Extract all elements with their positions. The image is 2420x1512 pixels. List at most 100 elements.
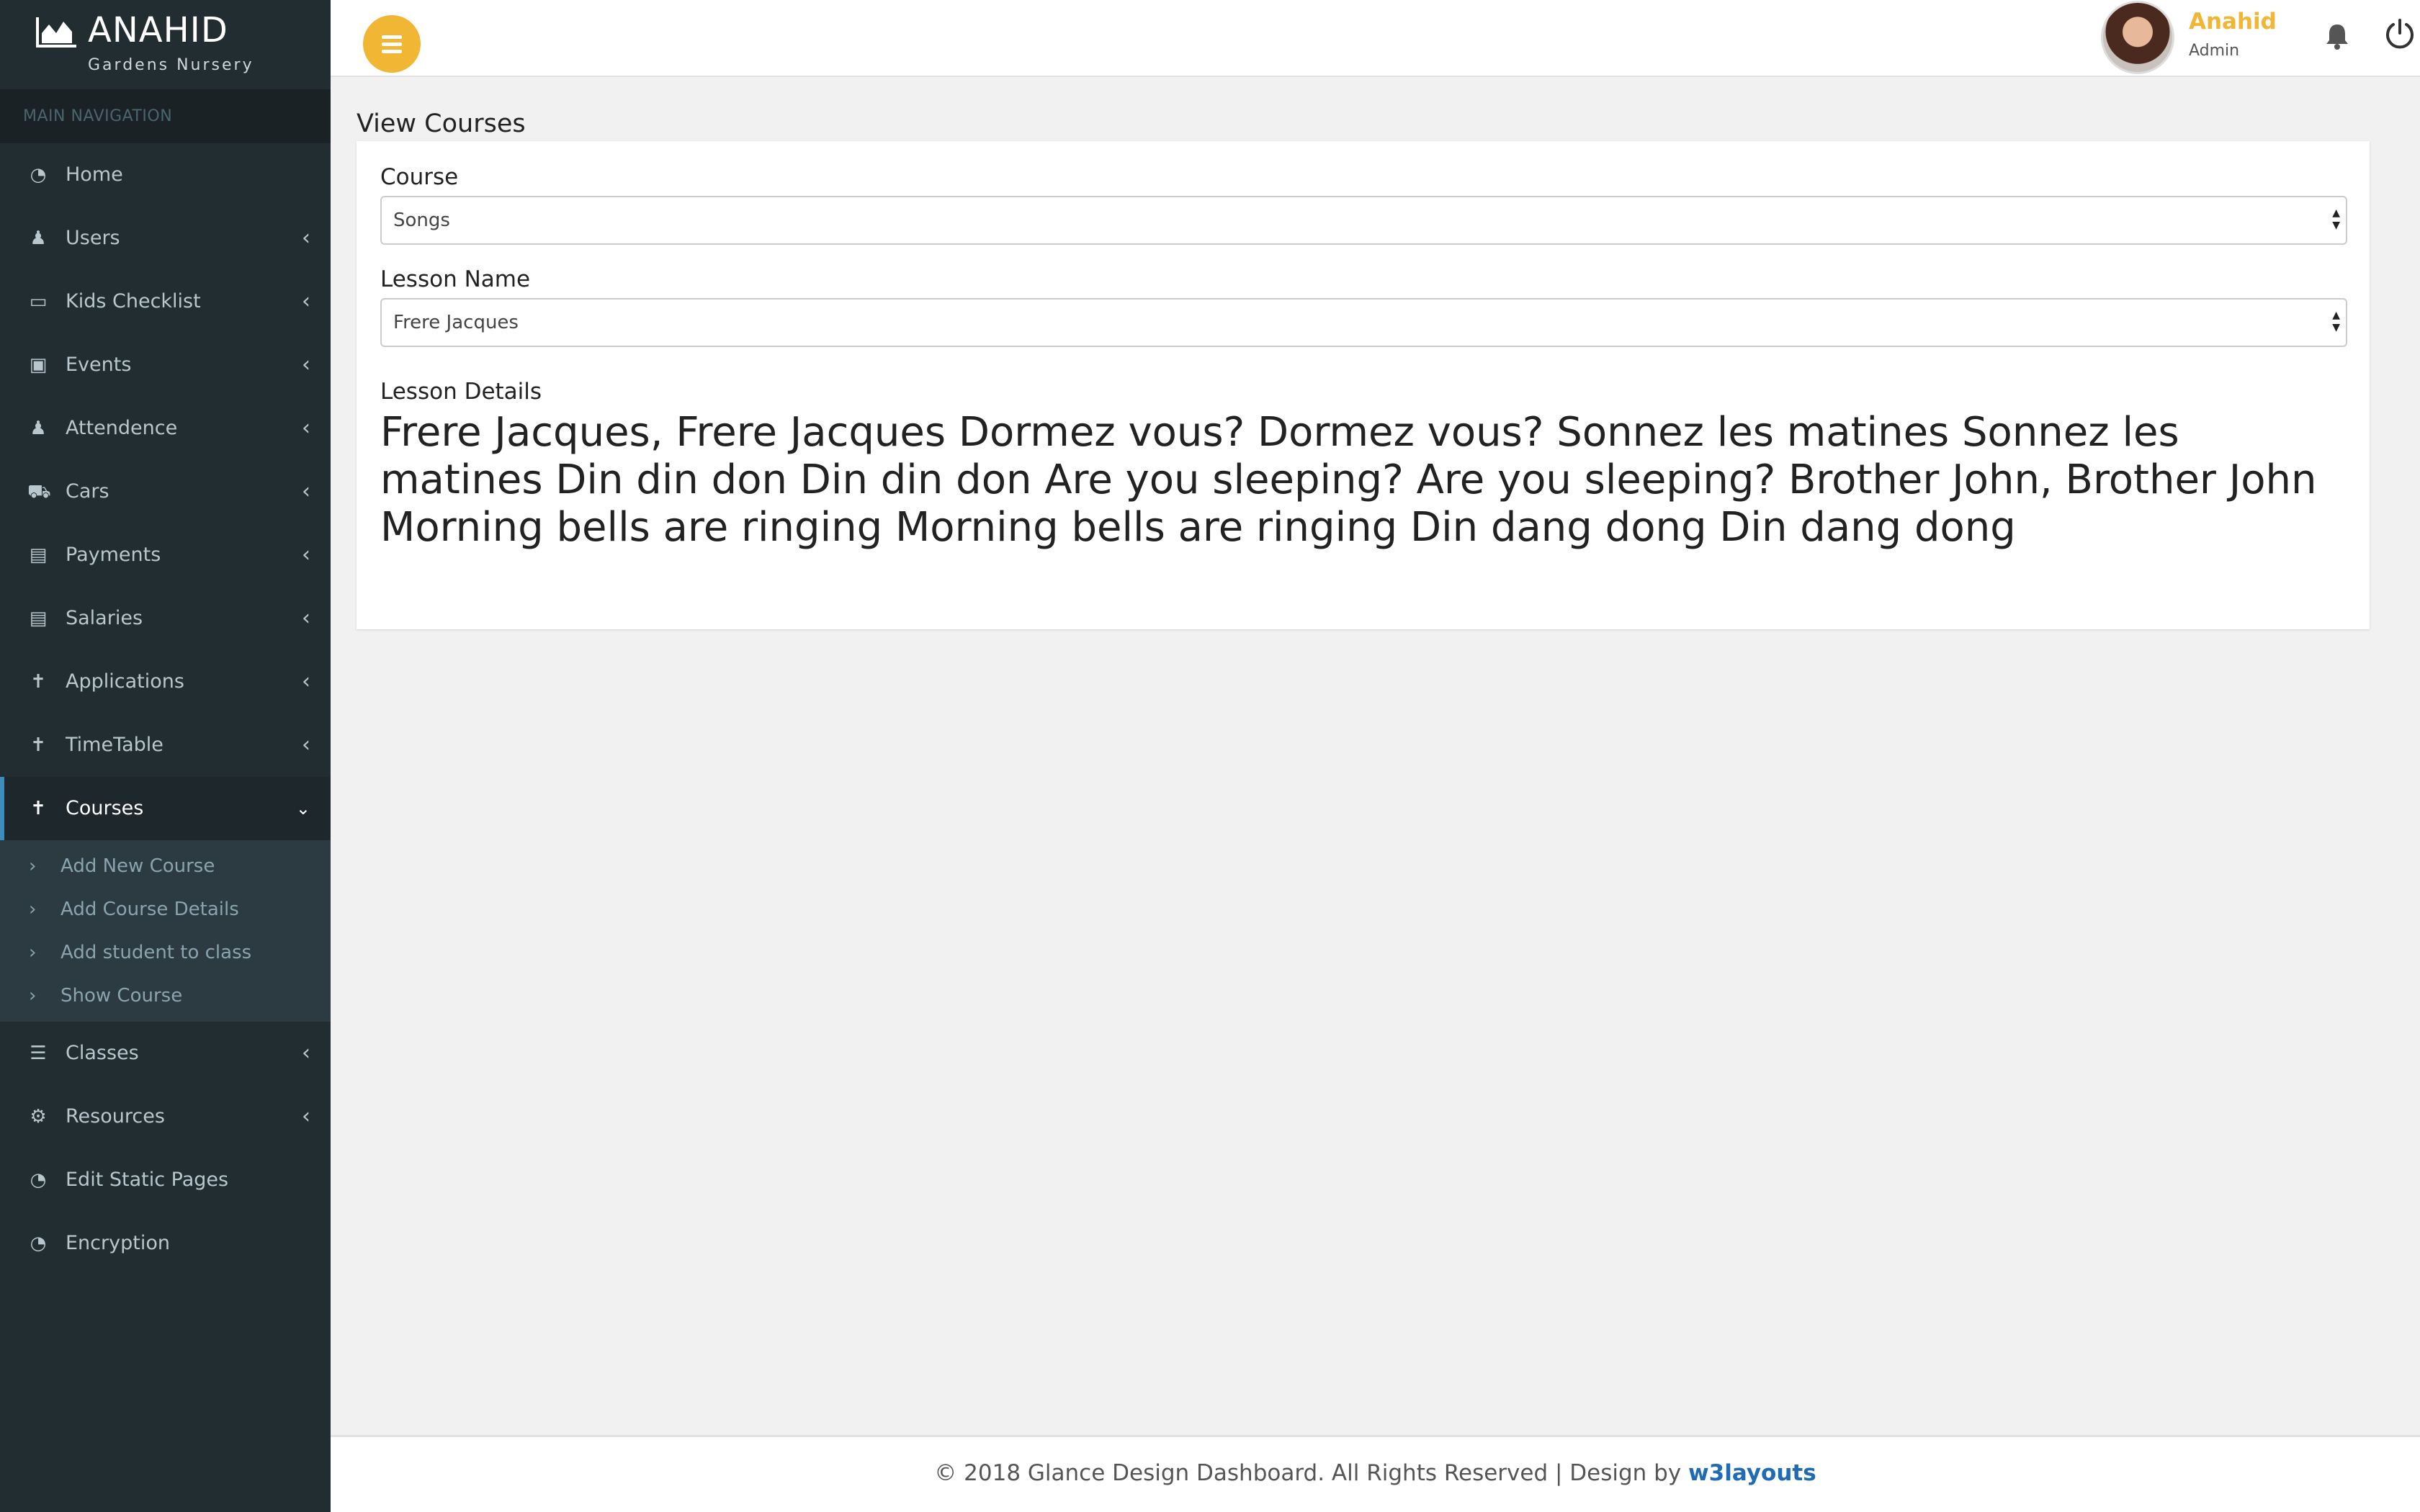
- nav-header: MAIN NAVIGATION: [0, 89, 331, 143]
- sidebar-item-label: Courses: [66, 797, 144, 819]
- sidebar-item-users[interactable]: ♟ Users ‹: [0, 207, 331, 270]
- hamburger-icon: [382, 35, 402, 39]
- submenu-item-add-course-details[interactable]: › Add Course Details: [0, 888, 331, 931]
- submenu-item-label: Add Course Details: [60, 899, 239, 920]
- sidebar-item-label: TimeTable: [66, 734, 163, 756]
- sidebar-item-label: Encryption: [66, 1232, 170, 1254]
- chevron-right-icon: ›: [29, 855, 37, 877]
- sidebar-item-attendence[interactable]: ♟ Attendence ‹: [0, 397, 331, 460]
- sidebar-item-events[interactable]: ▣ Events ‹: [0, 333, 331, 397]
- brand-title: ANAHID: [88, 10, 228, 50]
- lesson-select[interactable]: Frere Jacques ▲ ▼: [380, 298, 2347, 347]
- list-icon: ☰: [30, 1043, 47, 1064]
- chevron-left-icon: ‹: [302, 225, 310, 251]
- chevron-left-icon: ‹: [302, 1104, 310, 1129]
- sidebar-item-resources[interactable]: ⚙ Resources ‹: [0, 1085, 331, 1148]
- submenu-item-label: Add New Course: [60, 855, 215, 877]
- chevron-left-icon: ‹: [302, 415, 310, 441]
- user-icon: ♟: [30, 228, 47, 249]
- course-select[interactable]: Songs ▲ ▼: [380, 196, 2347, 245]
- dashboard-icon: ◔: [30, 1233, 47, 1254]
- chevron-right-icon: ›: [29, 985, 37, 1007]
- sidebar-item-label: Events: [66, 354, 132, 376]
- sidebar-item-label: Cars: [66, 480, 109, 503]
- sidebar-item-label: Payments: [66, 544, 161, 566]
- select-arrows-icon: ▲ ▼: [2332, 207, 2340, 231]
- select-arrows-icon: ▲ ▼: [2332, 310, 2340, 333]
- chevron-left-icon: ‹: [302, 1040, 310, 1066]
- chevron-right-icon: ›: [29, 942, 37, 963]
- chevron-left-icon: ‹: [302, 289, 310, 314]
- lesson-details-text: Frere Jacques, Frere Jacques Dormez vous…: [380, 409, 2317, 551]
- course-label: Course: [380, 164, 459, 190]
- submenu-item-add-new-course[interactable]: › Add New Course: [0, 845, 331, 888]
- sidebar-item-label: Classes: [66, 1042, 139, 1064]
- lesson-details-label: Lesson Details: [380, 379, 542, 405]
- chevron-left-icon: ‹: [302, 352, 310, 377]
- lesson-select-value: Frere Jacques: [393, 312, 519, 333]
- footer: © 2018 Glance Design Dashboard. All Righ…: [331, 1435, 2420, 1512]
- chevron-left-icon: ‹: [302, 669, 310, 694]
- user-role: Admin: [2189, 42, 2240, 60]
- course-select-value: Songs: [393, 210, 450, 231]
- chevron-left-icon: ‹: [302, 542, 310, 567]
- child-icon: ✝: [30, 734, 46, 756]
- submenu-item-show-course[interactable]: › Show Course: [0, 974, 331, 1017]
- sidebar-item-timetable[interactable]: ✝ TimeTable ‹: [0, 714, 331, 777]
- chevron-left-icon: ‹: [302, 606, 310, 631]
- sidebar-item-encryption[interactable]: ◔ Encryption: [0, 1212, 331, 1275]
- sidebar-item-label: Users: [66, 227, 120, 249]
- chevron-left-icon: ‹: [302, 479, 310, 504]
- sidebar-item-cars[interactable]: ⛟ Cars ‹: [0, 460, 331, 523]
- bell-icon[interactable]: [2321, 20, 2353, 52]
- sidebar-item-salaries[interactable]: ▤ Salaries ‹: [0, 587, 331, 650]
- sidebar-item-label: Home: [66, 163, 123, 186]
- sidebar-item-classes[interactable]: ☰ Classes ‹: [0, 1022, 331, 1085]
- sidebar-item-label: Salaries: [66, 607, 143, 629]
- gear-icon: ⚙: [30, 1106, 47, 1128]
- hamburger-icon: [382, 50, 402, 53]
- sidebar-item-label: Resources: [66, 1105, 165, 1128]
- footer-link[interactable]: w3layouts: [1688, 1460, 1816, 1486]
- course-view-panel: Course Songs ▲ ▼ Lesson Name Frere Jacque…: [357, 141, 2370, 629]
- chevron-right-icon: ›: [29, 899, 37, 920]
- brand-logo[interactable]: ANAHID Gardens Nursery: [0, 0, 331, 89]
- menu-toggle-button[interactable]: [363, 15, 421, 73]
- chevron-down-icon: ⌄: [295, 798, 310, 819]
- bus-icon: ▣: [29, 354, 48, 376]
- dashboard-icon: ◔: [30, 164, 47, 186]
- top-bar: Anahid Admin: [331, 0, 2420, 77]
- sidebar-item-label: Edit Static Pages: [66, 1169, 229, 1191]
- sidebar: ANAHID Gardens Nursery MAIN NAVIGATION ◔…: [0, 0, 331, 1512]
- power-icon[interactable]: [2383, 17, 2416, 50]
- laptop-icon: ▭: [29, 291, 48, 312]
- chevron-left-icon: ‹: [302, 732, 310, 757]
- user-name[interactable]: Anahid: [2189, 9, 2277, 35]
- submenu-item-add-student-to-class[interactable]: › Add student to class: [0, 931, 331, 974]
- sidebar-item-courses[interactable]: ✝ Courses ⌄: [0, 777, 331, 840]
- submenu-item-label: Add student to class: [60, 942, 252, 963]
- sidebar-item-edit-static-pages[interactable]: ◔ Edit Static Pages: [0, 1148, 331, 1212]
- dashboard-icon: ◔: [30, 1169, 47, 1191]
- brand-subtitle: Gardens Nursery: [88, 56, 254, 74]
- car-icon: ⛟: [27, 481, 51, 503]
- hamburger-icon: [382, 42, 402, 46]
- money-icon: ▤: [29, 544, 48, 566]
- sidebar-item-label: Kids Checklist: [66, 290, 201, 312]
- courses-submenu: › Add New Course › Add Course Details › …: [0, 840, 331, 1022]
- avatar[interactable]: [2101, 1, 2174, 74]
- sidebar-item-payments[interactable]: ▤ Payments ‹: [0, 523, 331, 587]
- sidebar-item-applications[interactable]: ✝ Applications ‹: [0, 650, 331, 714]
- submenu-item-label: Show Course: [60, 985, 183, 1007]
- footer-text: © 2018 Glance Design Dashboard. All Righ…: [934, 1460, 1689, 1486]
- money-icon: ▤: [29, 608, 48, 629]
- sidebar-item-home[interactable]: ◔ Home: [0, 143, 331, 207]
- sidebar-item-label: Attendence: [66, 417, 178, 439]
- sidebar-item-label: Applications: [66, 670, 184, 693]
- child-icon: ✝: [30, 671, 46, 693]
- sidebar-item-kids-checklist[interactable]: ▭ Kids Checklist ‹: [0, 270, 331, 333]
- lesson-name-label: Lesson Name: [380, 266, 531, 292]
- user-icon: ♟: [30, 418, 47, 439]
- page-title: View Courses: [357, 109, 526, 138]
- chart-area-icon: [36, 17, 76, 48]
